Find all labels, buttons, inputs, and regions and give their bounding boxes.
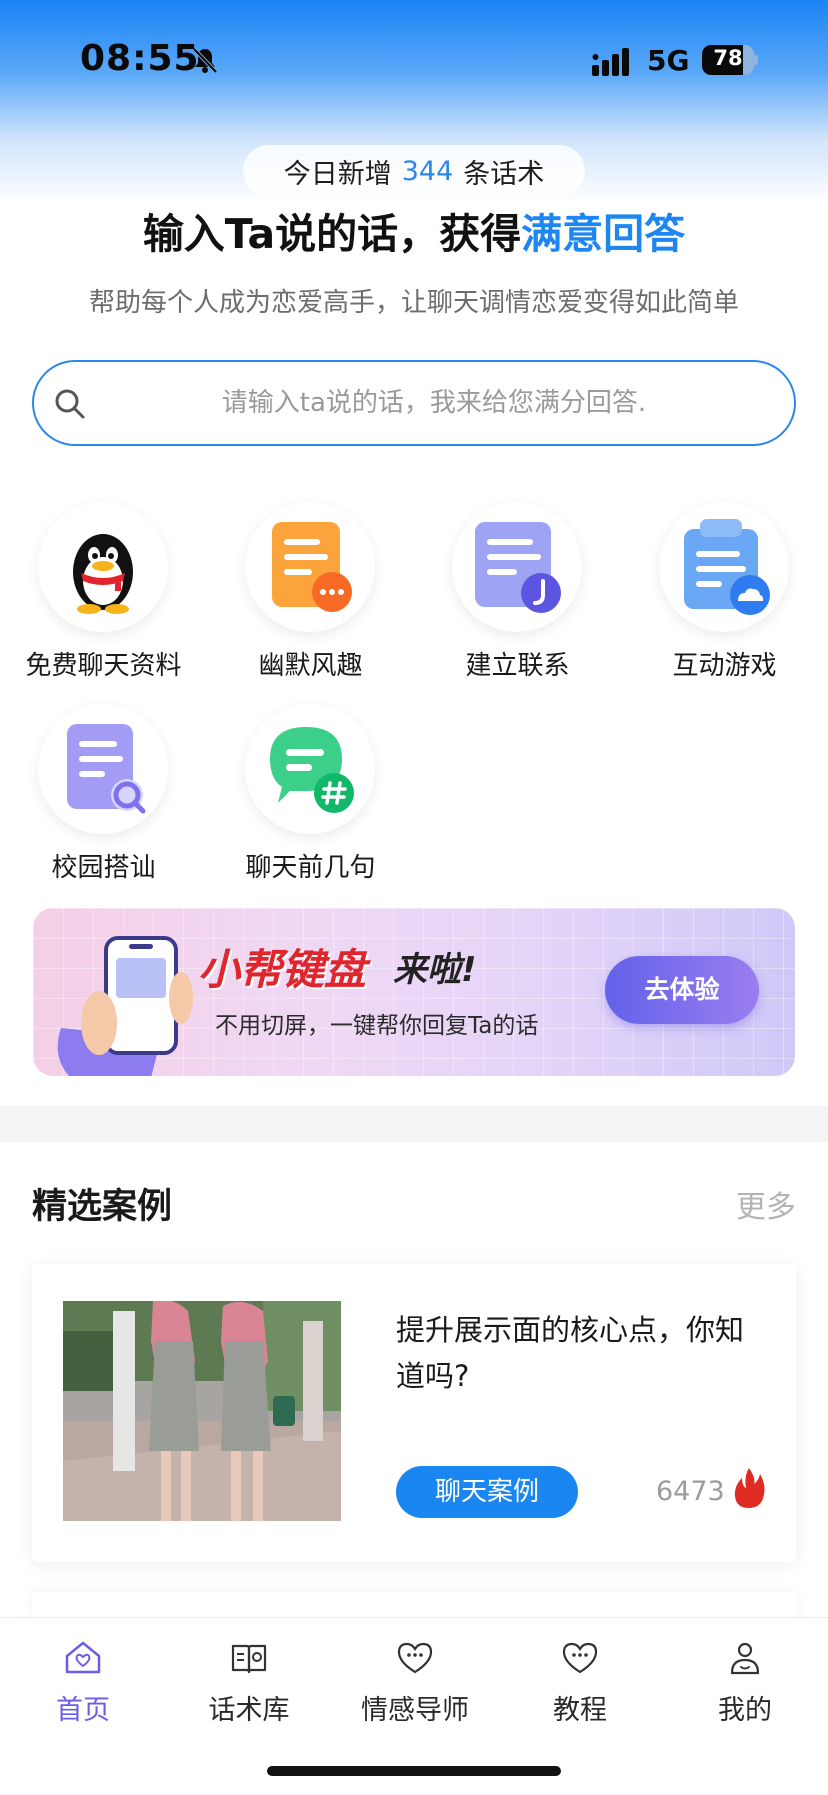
green-chat-hashtag-icon	[270, 727, 354, 813]
purple-document-clock-icon	[475, 522, 561, 613]
daily-prefix: 今日新增	[283, 158, 392, 190]
tab-label: 情感导师	[361, 1695, 469, 1726]
orange-document-chat-icon	[272, 522, 352, 612]
page-headline: 输入Ta说的话，获得满意回答	[0, 200, 828, 260]
battery-percent: 78	[713, 46, 743, 70]
feature-icon-wrap	[245, 502, 375, 632]
feature-icon-wrap	[659, 502, 789, 632]
daily-suffix: 条话术	[463, 158, 545, 190]
blue-clipboard-cloud-icon	[684, 519, 770, 615]
tab-phrase-library[interactable]: 话术库	[166, 1638, 332, 1738]
hand-phone-illustration	[57, 936, 193, 1076]
try-now-button[interactable]: 去体验	[605, 956, 759, 1024]
case-card[interactable]: 提升展示面的核心点，你知道吗? 聊天案例 6473	[32, 1264, 796, 1562]
book-icon	[231, 1644, 267, 1674]
mute-bell-icon	[192, 47, 218, 74]
page-subtitle: 帮助每个人成为恋爱高手，让聊天调情恋爱变得如此简单	[88, 288, 739, 318]
heart-chat-icon	[562, 1642, 598, 1674]
feature-free-chat-materials[interactable]: 免费聊天资料	[0, 502, 207, 692]
feature-campus-pickup[interactable]: 校园搭讪	[0, 704, 207, 894]
home-indicator	[267, 1766, 561, 1776]
keyboard-promo-banner[interactable]: 小帮键盘 来啦! 不用切屏，一键帮你回复Ta的话 去体验	[33, 908, 795, 1076]
banner-title-suffix: 来啦!	[393, 950, 477, 990]
feature-icon-wrap	[245, 704, 375, 834]
fire-icon	[734, 1468, 765, 1508]
banner-title: 小帮键盘	[198, 945, 367, 994]
headline-accent: 满意回答	[521, 210, 686, 258]
qq-penguin-icon	[73, 534, 133, 614]
feature-label: 免费聊天资料	[25, 651, 182, 681]
feature-humor[interactable]: 幽默风趣	[207, 502, 414, 692]
case-category-button[interactable]: 聊天案例	[396, 1466, 578, 1518]
daily-new-badge: 今日新增 344 条话术	[243, 145, 585, 197]
signal-icon	[592, 48, 629, 76]
case-title: 提升展示面的核心点，你知道吗?	[396, 1313, 745, 1393]
search-bar[interactable]	[32, 360, 796, 446]
search-icon	[55, 389, 85, 419]
headline-main: 输入Ta说的话，获得	[142, 210, 522, 258]
banner-subtitle: 不用切屏，一键帮你回复Ta的话	[215, 1013, 539, 1039]
feature-icon-wrap	[38, 502, 168, 632]
section-title: 精选案例	[32, 1187, 173, 1227]
feature-label: 校园搭讪	[51, 853, 156, 883]
feature-label: 幽默风趣	[258, 651, 363, 681]
feature-label: 聊天前几句	[245, 853, 376, 883]
status-bar: 08:55 5G 78	[0, 0, 828, 120]
battery-icon: 78	[702, 45, 758, 75]
tab-label: 首页	[56, 1695, 110, 1726]
user-icon	[730, 1642, 760, 1675]
feature-icon-wrap	[38, 704, 168, 834]
feature-label: 建立联系	[465, 651, 570, 681]
search-input[interactable]	[134, 362, 734, 443]
tab-label: 话术库	[208, 1695, 290, 1726]
feature-build-connection[interactable]: 建立联系	[414, 502, 621, 692]
feature-interactive-games[interactable]: 互动游戏	[621, 502, 828, 692]
status-time: 08:55	[80, 38, 200, 79]
feature-label: 互动游戏	[672, 651, 777, 681]
tab-home[interactable]: 首页	[0, 1638, 166, 1738]
network-type: 5G	[647, 44, 690, 77]
tab-profile[interactable]: 我的	[662, 1638, 828, 1738]
feature-opening-lines[interactable]: 聊天前几句	[207, 704, 414, 894]
tab-label: 教程	[553, 1695, 607, 1726]
more-link[interactable]: 更多	[736, 1182, 796, 1226]
daily-count: 344	[401, 155, 454, 187]
tab-emotion-mentor[interactable]: 情感导师	[332, 1638, 498, 1738]
tab-tutorial[interactable]: 教程	[497, 1638, 663, 1738]
purple-document-search-icon	[67, 724, 146, 814]
heart-chat-icon	[397, 1642, 433, 1674]
section-divider	[0, 1106, 828, 1142]
home-heart-icon	[65, 1641, 101, 1674]
case-thumbnail	[63, 1301, 341, 1521]
case-view-count: 6473	[656, 1476, 725, 1507]
tab-label: 我的	[718, 1695, 772, 1726]
feature-icon-wrap	[452, 502, 582, 632]
